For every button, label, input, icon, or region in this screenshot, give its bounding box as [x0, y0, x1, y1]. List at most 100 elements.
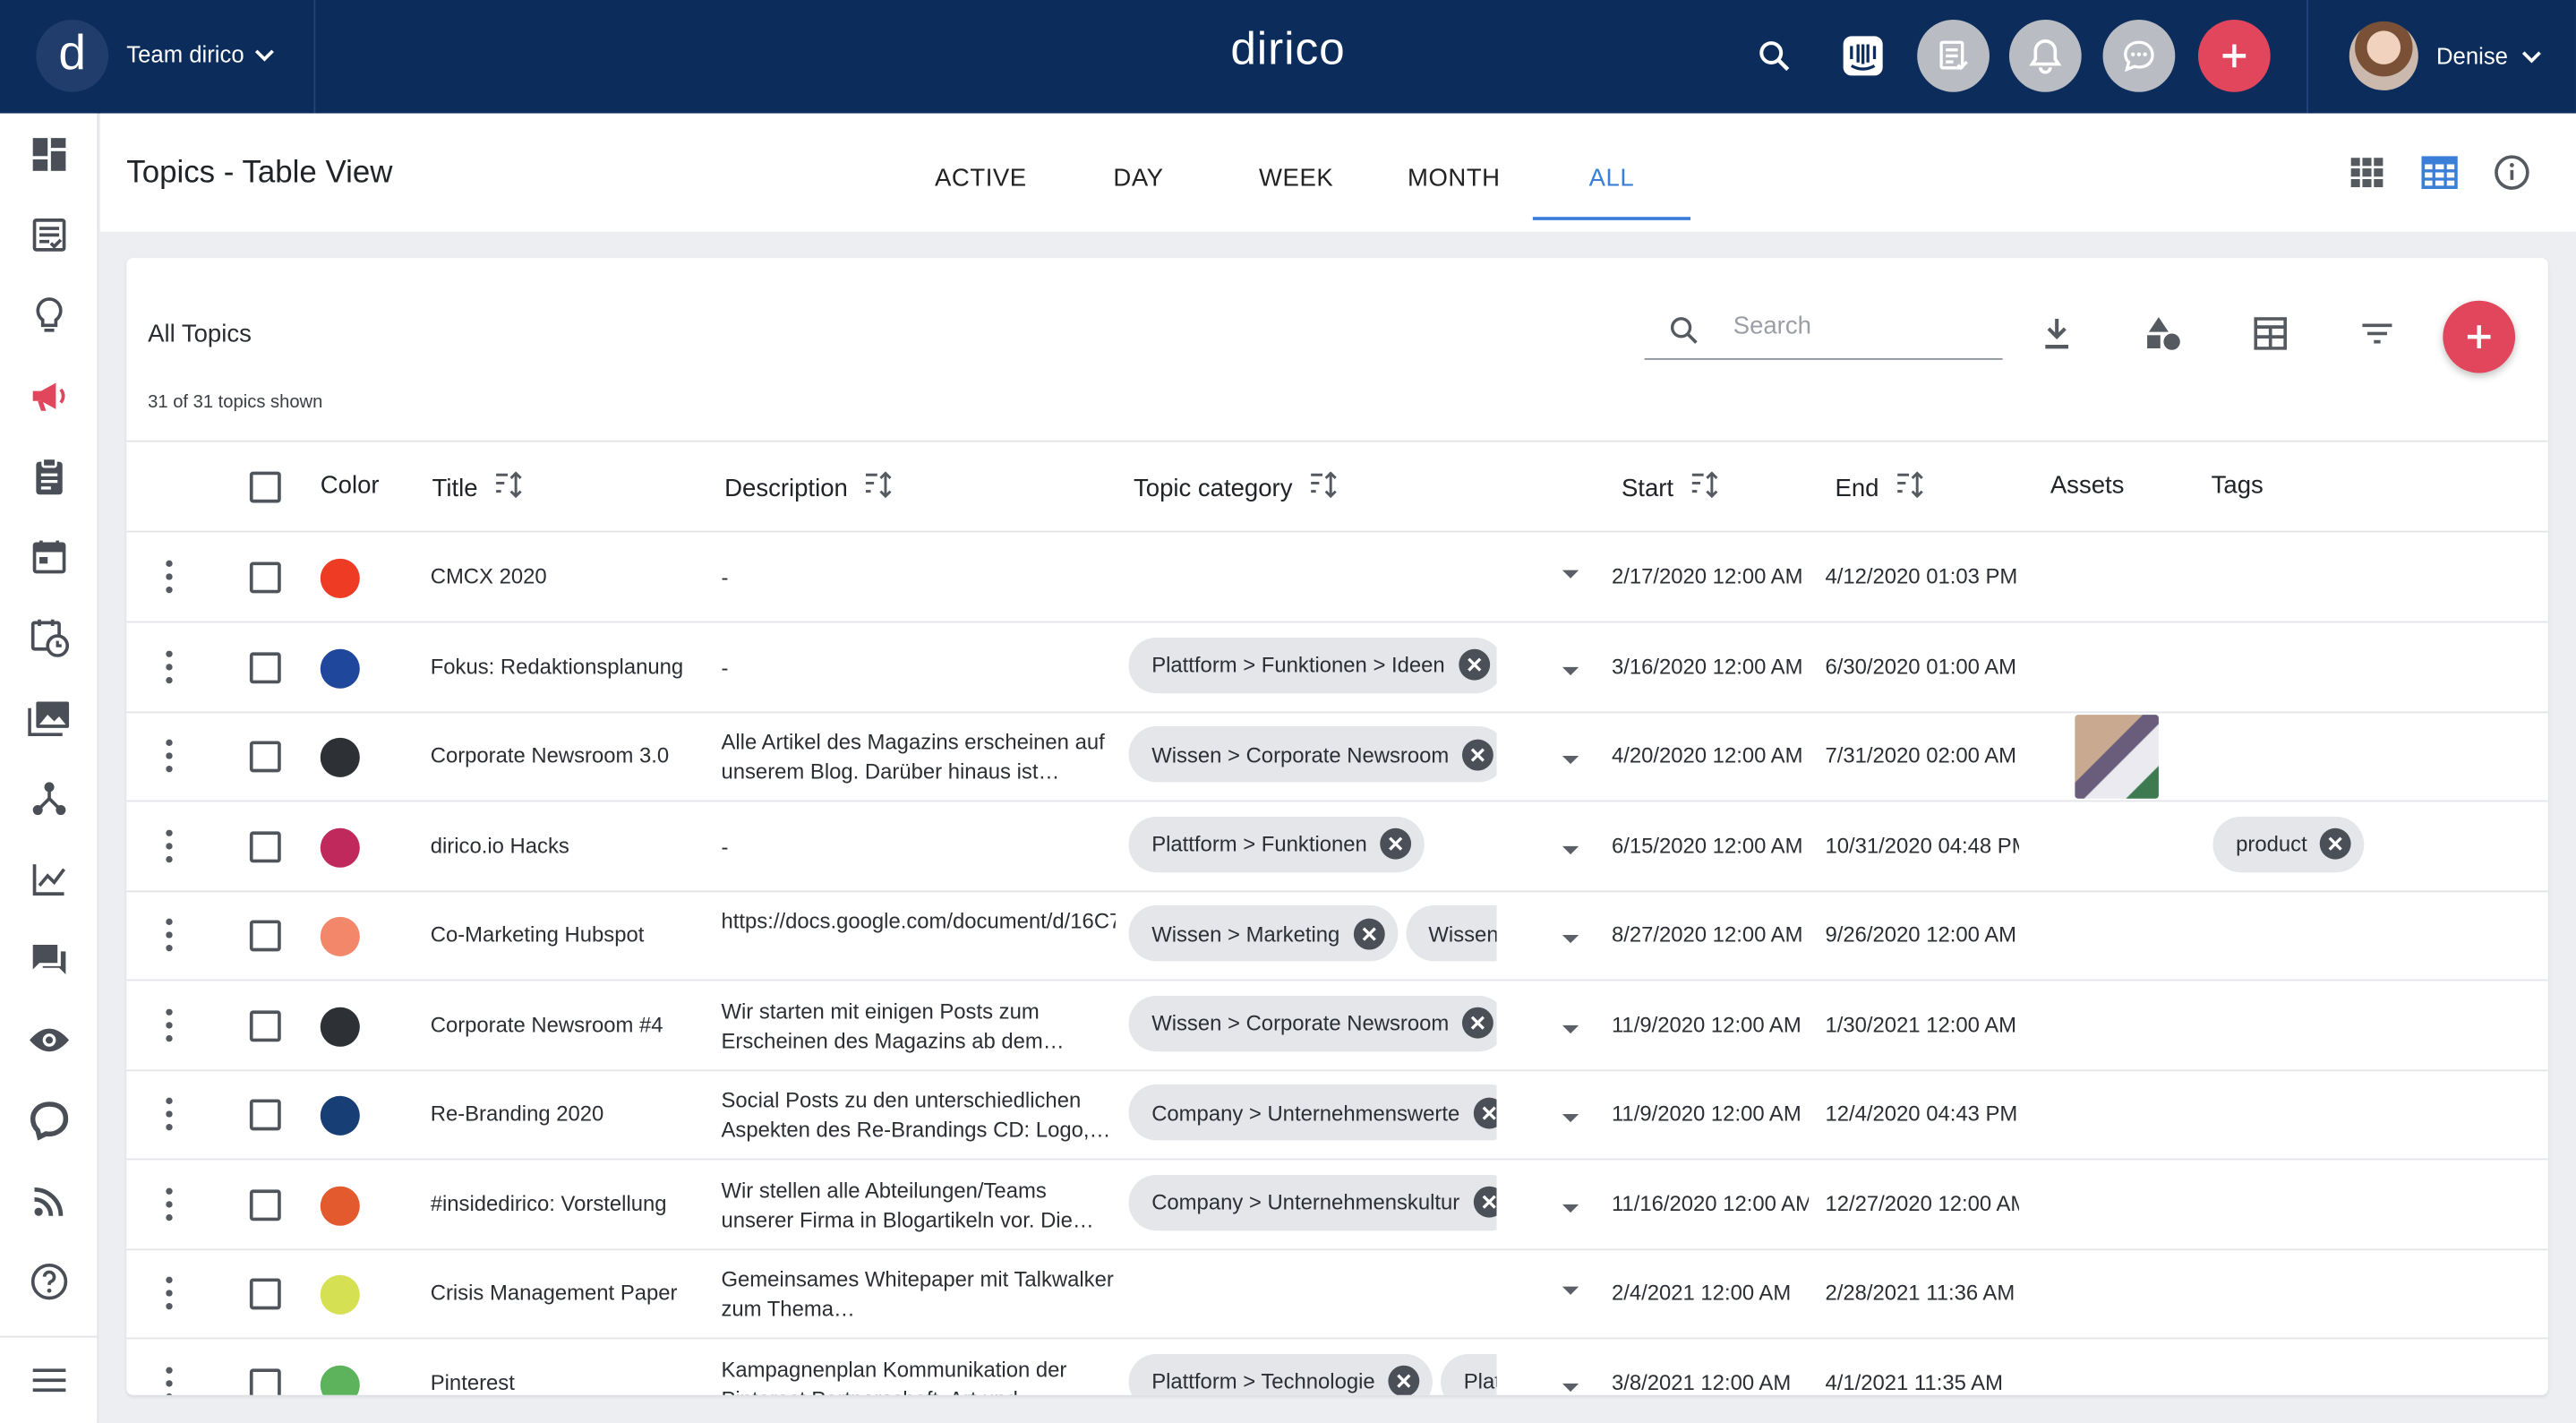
topic-title[interactable]: Crisis Management Paper	[431, 1280, 694, 1305]
media-library-icon[interactable]	[28, 697, 71, 740]
search-input[interactable]	[1730, 310, 1993, 342]
tab-week[interactable]: WEEK	[1218, 164, 1375, 192]
topic-title[interactable]: dirico.io Hacks	[431, 832, 694, 857]
row-checkbox[interactable]	[249, 1278, 281, 1310]
tasks-icon[interactable]	[1917, 20, 1990, 92]
row-checkbox[interactable]	[249, 561, 281, 594]
calendar-icon[interactable]	[28, 536, 71, 579]
table-row[interactable]: Pinterest Kampagnenplan Kommunikation der…	[126, 1338, 2547, 1395]
topic-title[interactable]: Co-Marketing Hubspot	[431, 922, 694, 947]
crm-icon[interactable]	[28, 1099, 71, 1142]
remove-icon[interactable]	[1352, 917, 1384, 949]
category-dropdown-icon[interactable]	[1562, 1382, 1579, 1392]
row-menu-icon[interactable]	[166, 1187, 173, 1221]
table-row[interactable]: Crisis Management Paper Gemeinsames White…	[126, 1248, 2548, 1340]
column-start[interactable]: Start	[1622, 471, 1720, 505]
row-checkbox[interactable]	[249, 1367, 281, 1395]
row-menu-icon[interactable]	[166, 918, 173, 952]
columns-icon[interactable]	[2251, 313, 2290, 353]
row-checkbox[interactable]	[249, 920, 281, 952]
bell-icon[interactable]	[2008, 20, 2082, 92]
calendar-clock-icon[interactable]	[28, 616, 71, 659]
row-menu-icon[interactable]	[166, 649, 173, 683]
row-menu-icon[interactable]	[166, 1276, 173, 1310]
topic-title[interactable]: Corporate Newsroom #4	[431, 1011, 694, 1036]
table-row[interactable]: Corporate Newsroom 3.0 Alle Artikel des M…	[126, 711, 2548, 802]
shapes-icon[interactable]	[2144, 313, 2183, 353]
row-checkbox[interactable]	[249, 1009, 281, 1042]
user-menu[interactable]: Denise	[2436, 43, 2542, 69]
remove-icon[interactable]	[1458, 648, 1490, 681]
topic-title[interactable]: Corporate Newsroom 3.0	[431, 742, 694, 767]
column-topic-category[interactable]: Topic category	[1134, 471, 1339, 505]
row-menu-icon[interactable]	[166, 828, 173, 862]
topic-title[interactable]: CMCX 2020	[431, 563, 694, 588]
tab-month[interactable]: MONTH	[1375, 164, 1533, 192]
table-row[interactable]: Co-Marketing Hubspot https://docs.google.…	[126, 890, 2548, 982]
table-row[interactable]: #insidedirico: Vorstellung Wir stellen al…	[126, 1159, 2548, 1250]
table-view-icon[interactable]	[2420, 153, 2460, 193]
team-logo[interactable]: d	[36, 20, 109, 92]
topic-title[interactable]: #insidedirico: Vorstellung	[431, 1190, 694, 1215]
network-icon[interactable]	[28, 777, 71, 820]
table-row[interactable]: Re-Branding 2020 Social Posts zu den unte…	[126, 1069, 2548, 1161]
remove-icon[interactable]	[1461, 1007, 1493, 1039]
row-checkbox[interactable]	[249, 651, 281, 683]
sort-icon[interactable]	[864, 471, 894, 505]
analytics-icon[interactable]	[28, 858, 71, 901]
filter-icon[interactable]	[2358, 313, 2397, 353]
team-switcher[interactable]: Team dirico	[126, 41, 274, 67]
chat-icon[interactable]	[2102, 20, 2176, 92]
remove-icon[interactable]	[2320, 827, 2352, 860]
column-title[interactable]: Title	[432, 471, 524, 505]
add-topic-button[interactable]	[2443, 300, 2516, 373]
category-dropdown-icon[interactable]	[1562, 570, 1579, 579]
comments-icon[interactable]	[28, 939, 71, 982]
category-dropdown-icon[interactable]	[1562, 1286, 1579, 1295]
remove-icon[interactable]	[1472, 1096, 1497, 1128]
select-all-checkbox[interactable]	[249, 471, 281, 503]
column-end[interactable]: End	[1835, 471, 1925, 505]
row-menu-icon[interactable]	[166, 739, 173, 773]
info-icon[interactable]	[2492, 153, 2531, 193]
table-row[interactable]: CMCX 2020 - 2/17/2020 12:00 AM 4/12/2020 01…	[126, 532, 2548, 623]
remove-icon[interactable]	[1472, 1186, 1497, 1218]
row-menu-icon[interactable]	[166, 1366, 173, 1395]
sort-icon[interactable]	[1309, 471, 1339, 505]
category-dropdown-icon[interactable]	[1562, 1024, 1579, 1033]
rss-icon[interactable]	[28, 1179, 71, 1222]
intercom-icon[interactable]	[1827, 20, 1899, 92]
category-dropdown-icon[interactable]	[1562, 666, 1579, 675]
remove-icon[interactable]	[1388, 1365, 1420, 1395]
category-dropdown-icon[interactable]	[1562, 1113, 1579, 1123]
sort-icon[interactable]	[1896, 471, 1925, 505]
tab-all[interactable]: ALL	[1533, 164, 1690, 192]
avatar[interactable]	[2349, 21, 2418, 90]
download-icon[interactable]	[2037, 313, 2076, 353]
asset-thumbnail[interactable]	[2075, 715, 2159, 799]
row-menu-icon[interactable]	[166, 560, 173, 594]
table-row[interactable]: Fokus: Redaktionsplanung - Plattform > Fun…	[126, 621, 2548, 713]
row-checkbox[interactable]	[249, 1099, 281, 1131]
table-row[interactable]: dirico.io Hacks - Plattform > Funktionen 6/…	[126, 801, 2548, 892]
content-list-icon[interactable]	[28, 214, 71, 257]
topic-title[interactable]: Re-Branding 2020	[431, 1101, 694, 1126]
category-dropdown-icon[interactable]	[1562, 1203, 1579, 1213]
row-checkbox[interactable]	[249, 1188, 281, 1221]
column-description[interactable]: Description	[724, 471, 894, 505]
clipboard-icon[interactable]	[28, 455, 71, 498]
idea-bulb-icon[interactable]	[28, 294, 71, 337]
topic-title[interactable]: Fokus: Redaktionsplanung	[431, 653, 694, 678]
topic-title[interactable]: Pinterest	[431, 1369, 694, 1394]
remove-icon[interactable]	[1380, 827, 1412, 860]
row-checkbox[interactable]	[249, 830, 281, 862]
add-icon[interactable]	[2197, 20, 2271, 92]
category-dropdown-icon[interactable]	[1562, 935, 1579, 944]
dashboard-icon[interactable]	[28, 133, 71, 176]
table-row[interactable]: Corporate Newsroom #4 Wir starten mit ein…	[126, 980, 2548, 1071]
row-menu-icon[interactable]	[166, 1007, 173, 1042]
preview-eye-icon[interactable]	[28, 1019, 71, 1062]
remove-icon[interactable]	[1461, 738, 1493, 770]
tab-day[interactable]: DAY	[1059, 164, 1217, 192]
search-icon[interactable]	[1738, 20, 1810, 92]
